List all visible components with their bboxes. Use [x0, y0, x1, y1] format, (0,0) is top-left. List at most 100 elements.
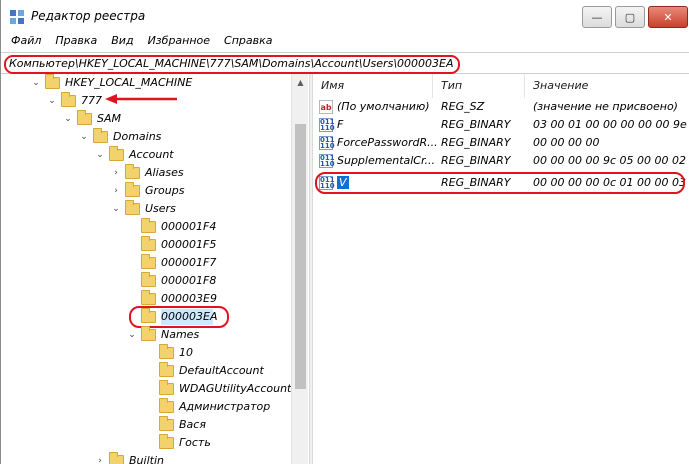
binary-value-icon: 011 110 [319, 154, 335, 168]
tree-node-label: 000001F4 [161, 220, 217, 233]
tree-node-label: 000001F5 [161, 238, 217, 251]
tree-node-label: 000001F8 [161, 274, 217, 287]
tree-node-label: Account [129, 148, 174, 161]
menu-edit[interactable]: Правка [55, 32, 97, 50]
value-type: REG_BINARY [441, 118, 511, 131]
folder-icon [141, 254, 156, 269]
binary-value-icon: 011 110 [319, 118, 335, 132]
folder-icon [159, 362, 174, 377]
tree-node-label: 000001F7 [161, 256, 217, 269]
folder-icon [61, 92, 76, 107]
address-highlight-annotation [4, 55, 460, 74]
folder-icon [109, 146, 124, 161]
maximize-icon: ▢ [624, 10, 636, 24]
value-data: 03 00 01 00 00 00 00 00 9e e3 [533, 118, 689, 131]
folder-icon [141, 290, 156, 305]
tree-node-label: Aliases [145, 166, 184, 179]
value-row[interactable]: 011 110 ForcePasswordR... REG_BINARY 00 0… [313, 134, 689, 152]
chevron-down-icon[interactable]: ⌄ [63, 110, 73, 128]
string-value-icon: ab [319, 100, 333, 114]
value-row[interactable]: 011 110 SupplementalCr... REG_BINARY 00 0… [313, 152, 689, 170]
address-bar[interactable]: Компьютер\HKEY_LOCAL_MACHINE\777\SAM\Dom… [1, 52, 689, 74]
folder-icon [159, 398, 174, 413]
value-name: (По умолчанию) [337, 100, 430, 113]
value-type: REG_BINARY [441, 136, 511, 149]
binary-value-icon: 011 110 [319, 136, 335, 150]
close-icon: ✕ [663, 10, 673, 24]
folder-icon [45, 74, 60, 89]
chevron-down-icon[interactable]: ⌄ [79, 128, 89, 146]
tree-node-label: Names [161, 328, 200, 341]
tree-node-label: Users [145, 202, 176, 215]
minimize-button[interactable]: — [582, 6, 612, 28]
chevron-down-icon[interactable]: ⌄ [47, 92, 57, 110]
values-pane: Имя Тип Значение ab (По умолчанию) REG_S… [313, 74, 689, 464]
tree-node-label: Гость [179, 436, 211, 449]
tree-node-label: Администратор [179, 400, 271, 413]
folder-icon [141, 272, 156, 287]
menu-file[interactable]: Файл [11, 32, 41, 50]
minimize-icon: — [591, 10, 603, 24]
column-header-value[interactable]: Значение [525, 74, 689, 98]
tree-node-label: WDAGUtilityAccount [179, 382, 292, 395]
tree-node-label: SAM [97, 112, 121, 125]
folder-icon [125, 164, 140, 179]
value-name: F [337, 118, 344, 131]
tree-node-label: 10 [179, 346, 193, 359]
chevron-right-icon[interactable]: › [95, 452, 105, 464]
tree-scrollbar[interactable]: ▲ [291, 74, 308, 464]
menu-view[interactable]: Вид [111, 32, 133, 50]
folder-icon [159, 416, 174, 431]
value-type: REG_SZ [441, 100, 485, 113]
folder-icon [159, 434, 174, 449]
chevron-down-icon[interactable]: ⌄ [127, 326, 137, 344]
folder-icon [141, 236, 156, 251]
tree-node-label: DefaultAccount [179, 364, 264, 377]
registry-editor-icon [10, 10, 24, 24]
folder-icon [125, 182, 140, 197]
folder-icon [159, 380, 174, 395]
tree-node-label: HKEY_LOCAL_MACHINE [65, 76, 193, 89]
menu-help[interactable]: Справка [224, 32, 272, 50]
chevron-down-icon[interactable]: ⌄ [95, 146, 105, 164]
red-arrow-annotation [105, 94, 177, 104]
folder-icon [125, 200, 140, 215]
scroll-up-icon[interactable]: ▲ [292, 74, 309, 91]
window-title: Редактор реестра [31, 9, 146, 23]
value-type: REG_BINARY [441, 154, 511, 167]
folder-icon [141, 218, 156, 233]
key-tree-pane: ⌄ HKEY_LOCAL_MACHINE ⌄ 777 ⌄ SAM ⌄ Domai… [1, 74, 309, 464]
value-data: (значение не присвоено) [533, 100, 678, 113]
tree-node-label: 777 [81, 94, 102, 107]
chevron-right-icon[interactable]: › [111, 164, 121, 182]
value-data: 00 00 00 00 9c 05 00 00 02 00 [533, 154, 689, 167]
maximize-button[interactable]: ▢ [615, 6, 645, 28]
tree-node-label: Groups [145, 184, 185, 197]
tree-scrollbar-thumb[interactable] [295, 124, 306, 389]
tree-node-label: Builtin [129, 454, 164, 464]
folder-icon [77, 110, 92, 125]
registry-editor-window: Редактор реестра — ▢ ✕ Файл Правка Вид И… [0, 0, 689, 464]
folder-icon [159, 344, 174, 359]
value-name: ForcePasswordR... [337, 136, 437, 149]
chevron-right-icon[interactable]: › [111, 182, 121, 200]
column-header-type[interactable]: Тип [433, 74, 525, 98]
folder-icon [109, 452, 124, 464]
value-data: 00 00 00 00 [533, 136, 600, 149]
value-row[interactable]: 011 110 F REG_BINARY 03 00 01 00 00 00 00… [313, 116, 689, 134]
chevron-down-icon[interactable]: ⌄ [31, 74, 41, 92]
selected-value-annotation [315, 172, 685, 194]
menu-favorites[interactable]: Избранное [148, 32, 210, 50]
tree-node-label: Domains [113, 130, 162, 143]
close-button[interactable]: ✕ [648, 6, 688, 28]
folder-icon [141, 326, 156, 341]
title-bar: Редактор реестра — ▢ ✕ [1, 0, 689, 32]
selected-key-annotation [129, 306, 229, 328]
column-header-name[interactable]: Имя [313, 74, 433, 98]
value-name: SupplementalCr... [337, 154, 435, 167]
tree-node-label: Вася [179, 418, 206, 431]
chevron-down-icon[interactable]: ⌄ [111, 200, 121, 218]
menu-bar: Файл Правка Вид Избранное Справка [1, 32, 689, 50]
folder-icon [93, 128, 108, 143]
value-row[interactable]: ab (По умолчанию) REG_SZ (значение не пр… [313, 98, 689, 116]
